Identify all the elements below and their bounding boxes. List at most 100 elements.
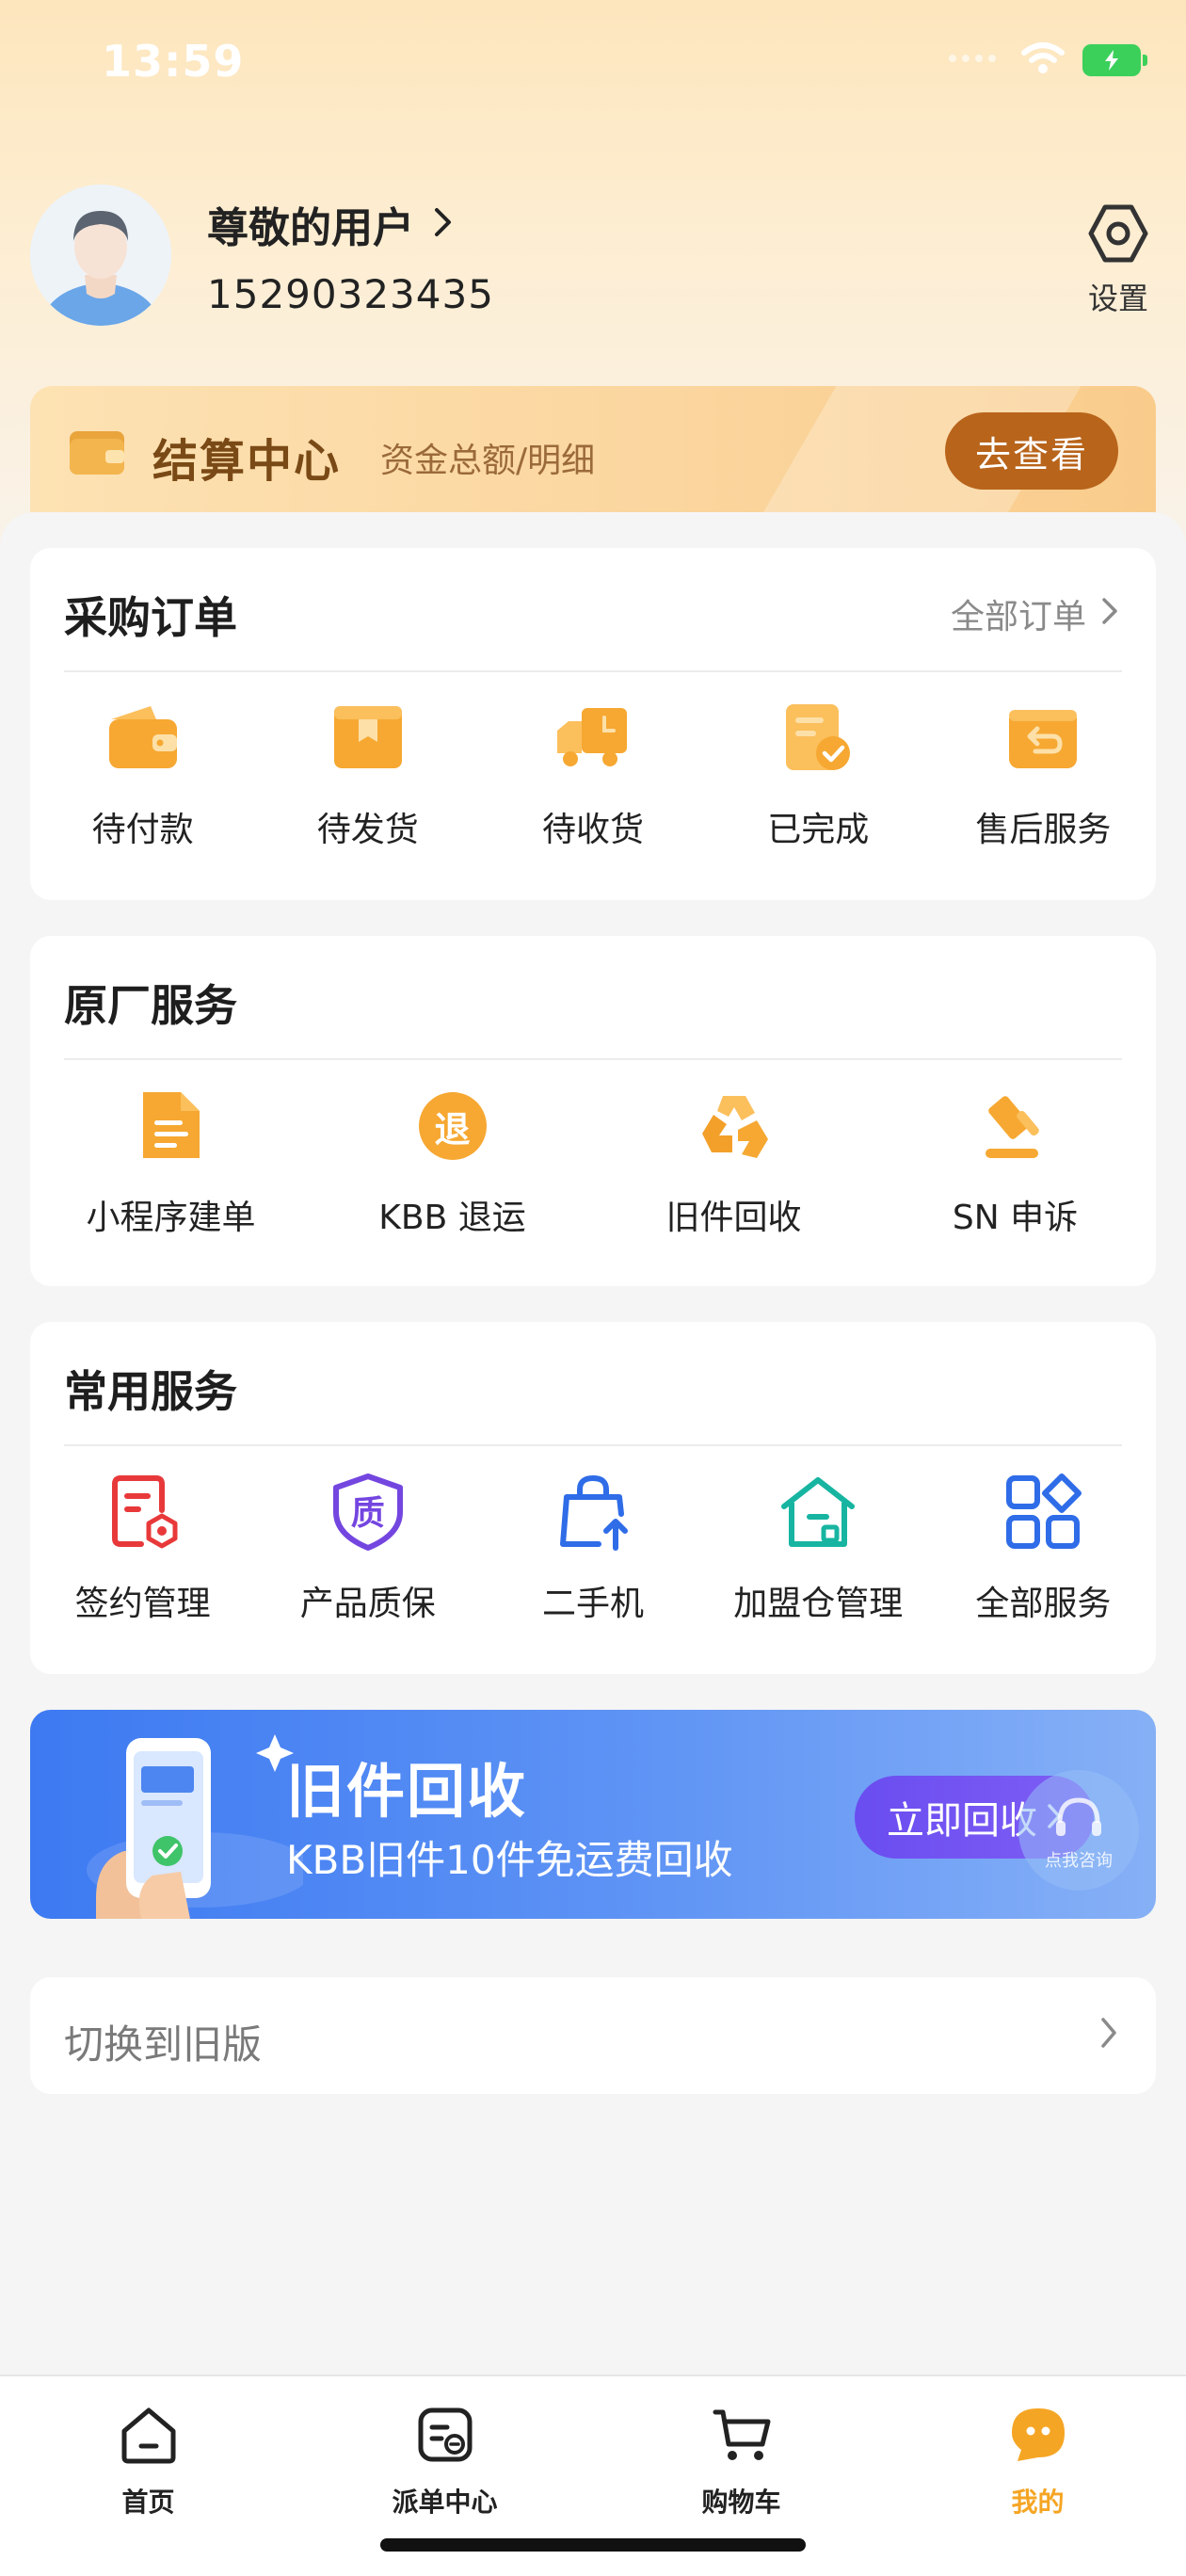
service-label: 全部服务 xyxy=(975,1585,1112,1623)
order-status-grid: 待付款 待发货 待收货 已完成 售后服务 xyxy=(30,699,1156,851)
service-label: 二手机 xyxy=(542,1585,645,1623)
wallet-icon xyxy=(104,699,183,778)
settlement-subtitle: 资金总额/明细 xyxy=(380,442,596,480)
status-bar: 13:59 xyxy=(0,0,1186,132)
profile-chat-icon xyxy=(1008,2405,1068,2469)
chevron-right-icon xyxy=(1099,2015,1118,2054)
divider xyxy=(64,1444,1122,1446)
quality-badge-text: 质 xyxy=(350,1494,385,1533)
view-settlement-button[interactable]: 去查看 xyxy=(945,412,1118,490)
banner-subtitle: KBB旧件10件免运费回收 xyxy=(286,1837,733,1883)
box-icon xyxy=(329,699,408,778)
all-services[interactable]: 全部服务 xyxy=(931,1473,1156,1625)
order-status-label: 待付款 xyxy=(91,811,194,849)
common-services-title: 常用服务 xyxy=(64,1366,237,1417)
profile-section: 尊敬的用户 15290323435 设置 xyxy=(30,185,1156,335)
tab-label: 首页 xyxy=(121,2487,175,2518)
factory-services-title: 原厂服务 xyxy=(64,980,237,1031)
recycle-promo-banner[interactable]: 旧件回收 KBB旧件10件免运费回收 立即回收 点我咨询 xyxy=(30,1710,1156,1919)
username-link[interactable]: 尊敬的用户 xyxy=(207,194,454,254)
service-label: 加盟仓管理 xyxy=(733,1585,904,1623)
home-icon xyxy=(119,2405,179,2469)
phone-illustration-icon xyxy=(87,1734,303,1919)
settings-hex-icon xyxy=(1086,204,1150,269)
order-pending-payment[interactable]: 待付款 xyxy=(30,699,255,851)
tab-label: 购物车 xyxy=(701,2487,781,2518)
service-label: 小程序建单 xyxy=(86,1199,256,1237)
avatar[interactable] xyxy=(30,185,171,326)
dispatch-icon xyxy=(415,2405,475,2469)
factory-services-card: 原厂服务 小程序建单 退 KBB 退运 旧件回收 SN 申诉 xyxy=(30,936,1156,1286)
return-badge-text: 退 xyxy=(434,1108,471,1151)
gavel-icon xyxy=(976,1087,1055,1166)
service-label: 旧件回收 xyxy=(665,1199,802,1237)
order-status-label: 待发货 xyxy=(316,811,419,849)
completed-doc-icon xyxy=(778,699,857,778)
truck-icon xyxy=(553,699,633,778)
divider xyxy=(64,670,1122,672)
settlement-title: 结算中心 xyxy=(152,435,342,488)
return-icon xyxy=(1003,699,1082,778)
service-label: SN 申诉 xyxy=(952,1199,1079,1237)
order-after-sales[interactable]: 售后服务 xyxy=(931,699,1156,851)
document-icon xyxy=(132,1087,211,1166)
common-services-card: 常用服务 签约管理 质 产品质保 二手机 加盟仓管理 全部服务 xyxy=(30,1322,1156,1674)
purchase-orders-card: 采购订单 全部订单 待付款 待发货 待收货 已完成 售后服务 xyxy=(30,548,1156,900)
bag-upload-icon xyxy=(553,1473,633,1552)
chevron-right-icon xyxy=(433,201,454,249)
contract-icon xyxy=(104,1473,183,1552)
signal-icon xyxy=(947,49,1003,72)
settings-button[interactable]: 设置 xyxy=(1081,201,1156,318)
divider xyxy=(64,1058,1122,1060)
cart-icon xyxy=(712,2405,772,2469)
order-pending-receipt[interactable]: 待收货 xyxy=(480,699,705,851)
grid-apps-icon xyxy=(1003,1473,1082,1552)
common-services-grid: 签约管理 质 产品质保 二手机 加盟仓管理 全部服务 xyxy=(30,1473,1156,1625)
sn-appeal[interactable]: SN 申诉 xyxy=(874,1087,1156,1239)
tab-label: 我的 xyxy=(1011,2487,1065,2518)
mini-program-order[interactable]: 小程序建单 xyxy=(30,1087,312,1239)
product-warranty[interactable]: 质 产品质保 xyxy=(255,1473,480,1625)
tab-home[interactable]: 首页 xyxy=(0,2376,296,2576)
old-parts-recycle[interactable]: 旧件回收 xyxy=(593,1087,874,1239)
order-status-label: 待收货 xyxy=(542,811,645,849)
battery-icon xyxy=(1082,44,1147,76)
settings-label: 设置 xyxy=(1087,281,1148,316)
second-hand-phone[interactable]: 二手机 xyxy=(480,1473,705,1625)
quality-shield-icon: 质 xyxy=(329,1473,408,1552)
franchise-warehouse[interactable]: 加盟仓管理 xyxy=(706,1473,931,1625)
tab-mine[interactable]: 我的 xyxy=(890,2376,1186,2576)
switch-to-old-version[interactable]: 切换到旧版 xyxy=(30,1977,1156,2094)
all-orders-label: 全部订单 xyxy=(950,598,1086,636)
wallet-card-icon xyxy=(68,426,128,482)
all-orders-link[interactable]: 全部订单 xyxy=(951,589,1118,638)
order-status-label: 售后服务 xyxy=(975,811,1112,849)
consult-floating-button[interactable]: 点我咨询 xyxy=(1018,1770,1139,1891)
username: 尊敬的用户 xyxy=(207,204,414,252)
consult-label: 点我咨询 xyxy=(1045,1851,1113,1871)
order-completed[interactable]: 已完成 xyxy=(706,699,931,851)
banner-title: 旧件回收 xyxy=(286,1757,528,1826)
order-pending-shipment[interactable]: 待发货 xyxy=(255,699,480,851)
headset-icon xyxy=(1052,1795,1105,1847)
tab-label: 派单中心 xyxy=(392,2487,498,2518)
switch-version-label: 切换到旧版 xyxy=(64,2021,263,2068)
service-label: KBB 退运 xyxy=(378,1199,526,1237)
contract-management[interactable]: 签约管理 xyxy=(30,1473,255,1625)
order-status-label: 已完成 xyxy=(767,811,870,849)
recycle-icon xyxy=(695,1087,774,1166)
kbb-return[interactable]: 退 KBB 退运 xyxy=(312,1087,593,1239)
wifi-icon xyxy=(1020,41,1066,79)
home-indicator xyxy=(380,2538,806,2552)
phone-number: 15290323435 xyxy=(207,271,494,317)
return-badge-icon: 退 xyxy=(413,1087,492,1166)
settlement-center-card[interactable]: 结算中心 资金总额/明细 去查看 xyxy=(30,386,1156,527)
recycle-now-label: 立即回收 xyxy=(887,1799,1037,1843)
chevron-right-icon xyxy=(1101,595,1118,634)
factory-services-grid: 小程序建单 退 KBB 退运 旧件回收 SN 申诉 xyxy=(30,1087,1156,1239)
service-label: 产品质保 xyxy=(299,1585,436,1623)
warehouse-icon xyxy=(778,1473,857,1552)
status-icons xyxy=(947,41,1147,79)
service-label: 签约管理 xyxy=(74,1585,211,1623)
status-time: 13:59 xyxy=(102,36,245,87)
